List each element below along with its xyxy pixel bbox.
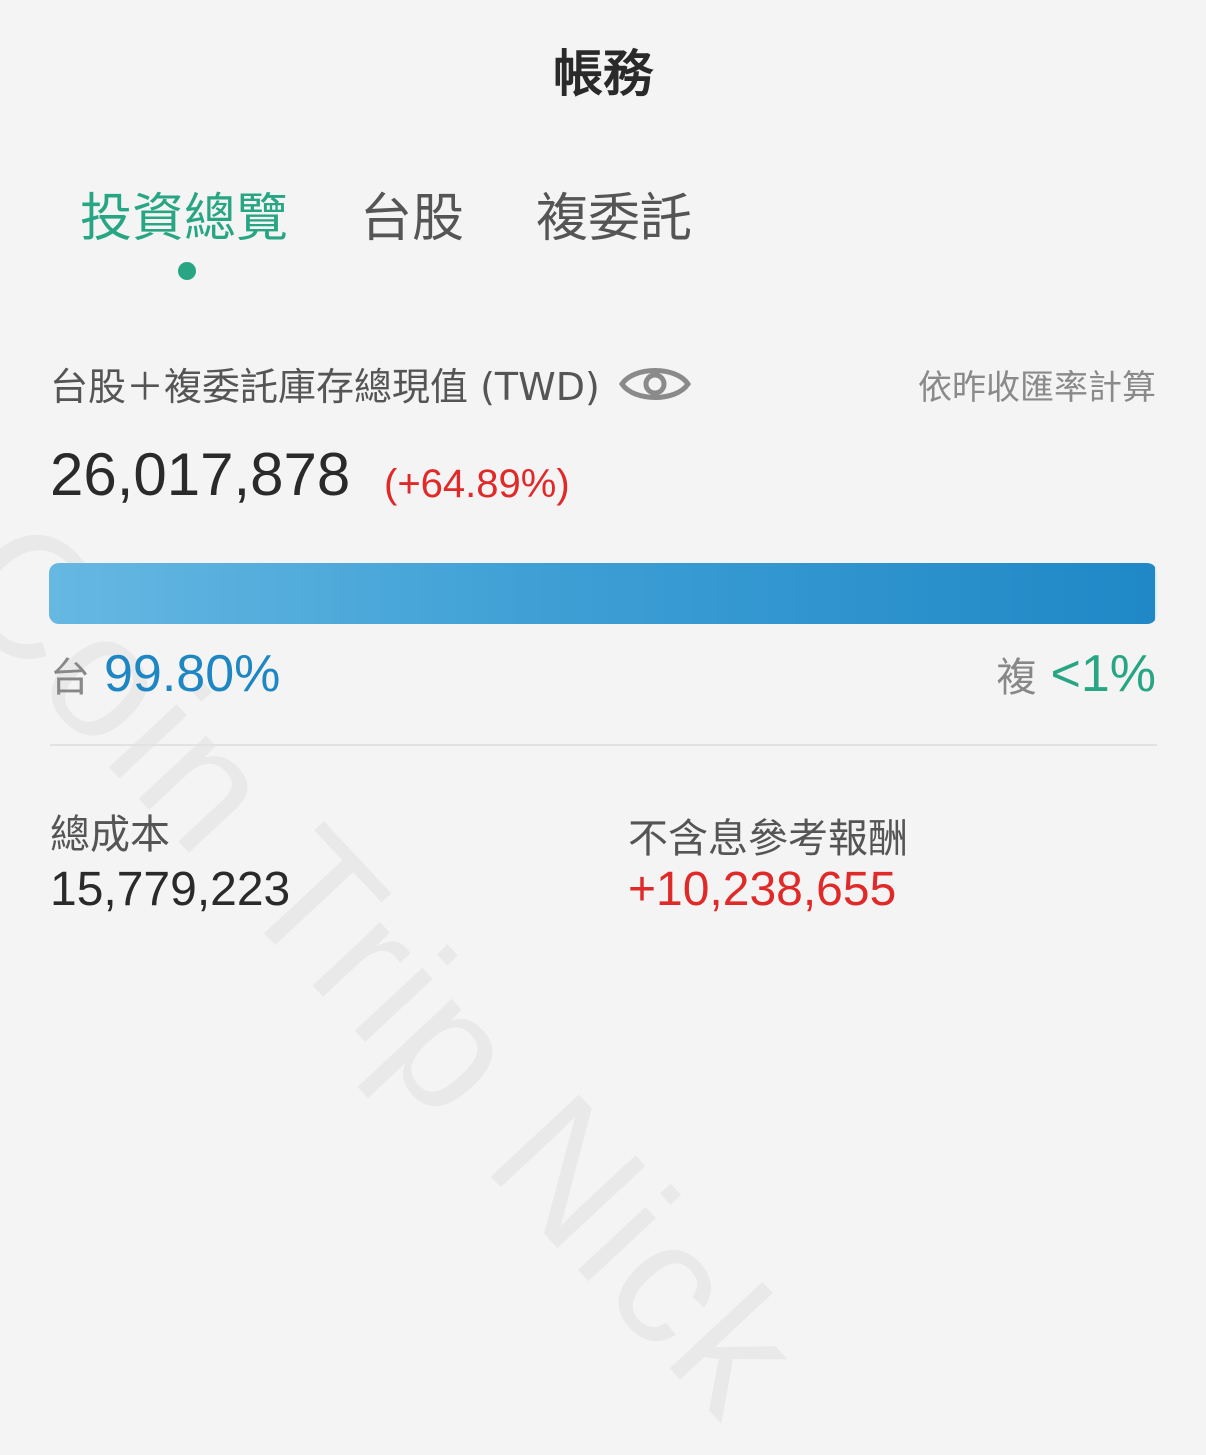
overseas-allocation-percent: <1% bbox=[1050, 645, 1156, 703]
allocation-bar-tw-fill bbox=[49, 563, 1155, 624]
tab-sub-brokerage[interactable]: 複委託 bbox=[536, 176, 692, 251]
allocation-bar bbox=[49, 563, 1157, 624]
total-cost-value: 15,779,223 bbox=[50, 863, 291, 916]
tab-bar: 投資總覽 台股 複委託 bbox=[80, 176, 764, 251]
eye-icon[interactable] bbox=[618, 360, 692, 408]
tw-allocation-label: 台 bbox=[50, 655, 90, 701]
watermark: Coin Trip Nick bbox=[0, 480, 841, 1455]
tab-tw-stocks[interactable]: 台股 bbox=[360, 176, 464, 251]
total-value-label: 台股＋複委託庫存總現值 (TWD) bbox=[50, 365, 600, 409]
summary-header: 台股＋複委託庫存總現值 (TWD) bbox=[50, 356, 692, 411]
active-tab-indicator bbox=[178, 262, 196, 280]
tw-allocation-percent: 99.80% bbox=[104, 645, 281, 703]
total-change-percent: (+64.89%) bbox=[384, 462, 570, 506]
tw-allocation: 台 99.80% bbox=[50, 644, 280, 704]
total-cost-label: 總成本 bbox=[50, 812, 170, 858]
divider bbox=[50, 744, 1157, 746]
overseas-allocation: 複 <1% bbox=[996, 644, 1156, 704]
page-title: 帳務 bbox=[553, 45, 653, 103]
overseas-allocation-label: 複 bbox=[996, 655, 1037, 701]
total-market-value: 26,017,878 bbox=[50, 441, 351, 508]
tab-investment-overview[interactable]: 投資總覽 bbox=[80, 176, 288, 251]
exchange-rate-note: 依昨收匯率計算 bbox=[918, 368, 1156, 408]
reference-return-label: 不含息參考報酬 bbox=[628, 816, 908, 862]
reference-return-value: +10,238,655 bbox=[628, 863, 897, 916]
